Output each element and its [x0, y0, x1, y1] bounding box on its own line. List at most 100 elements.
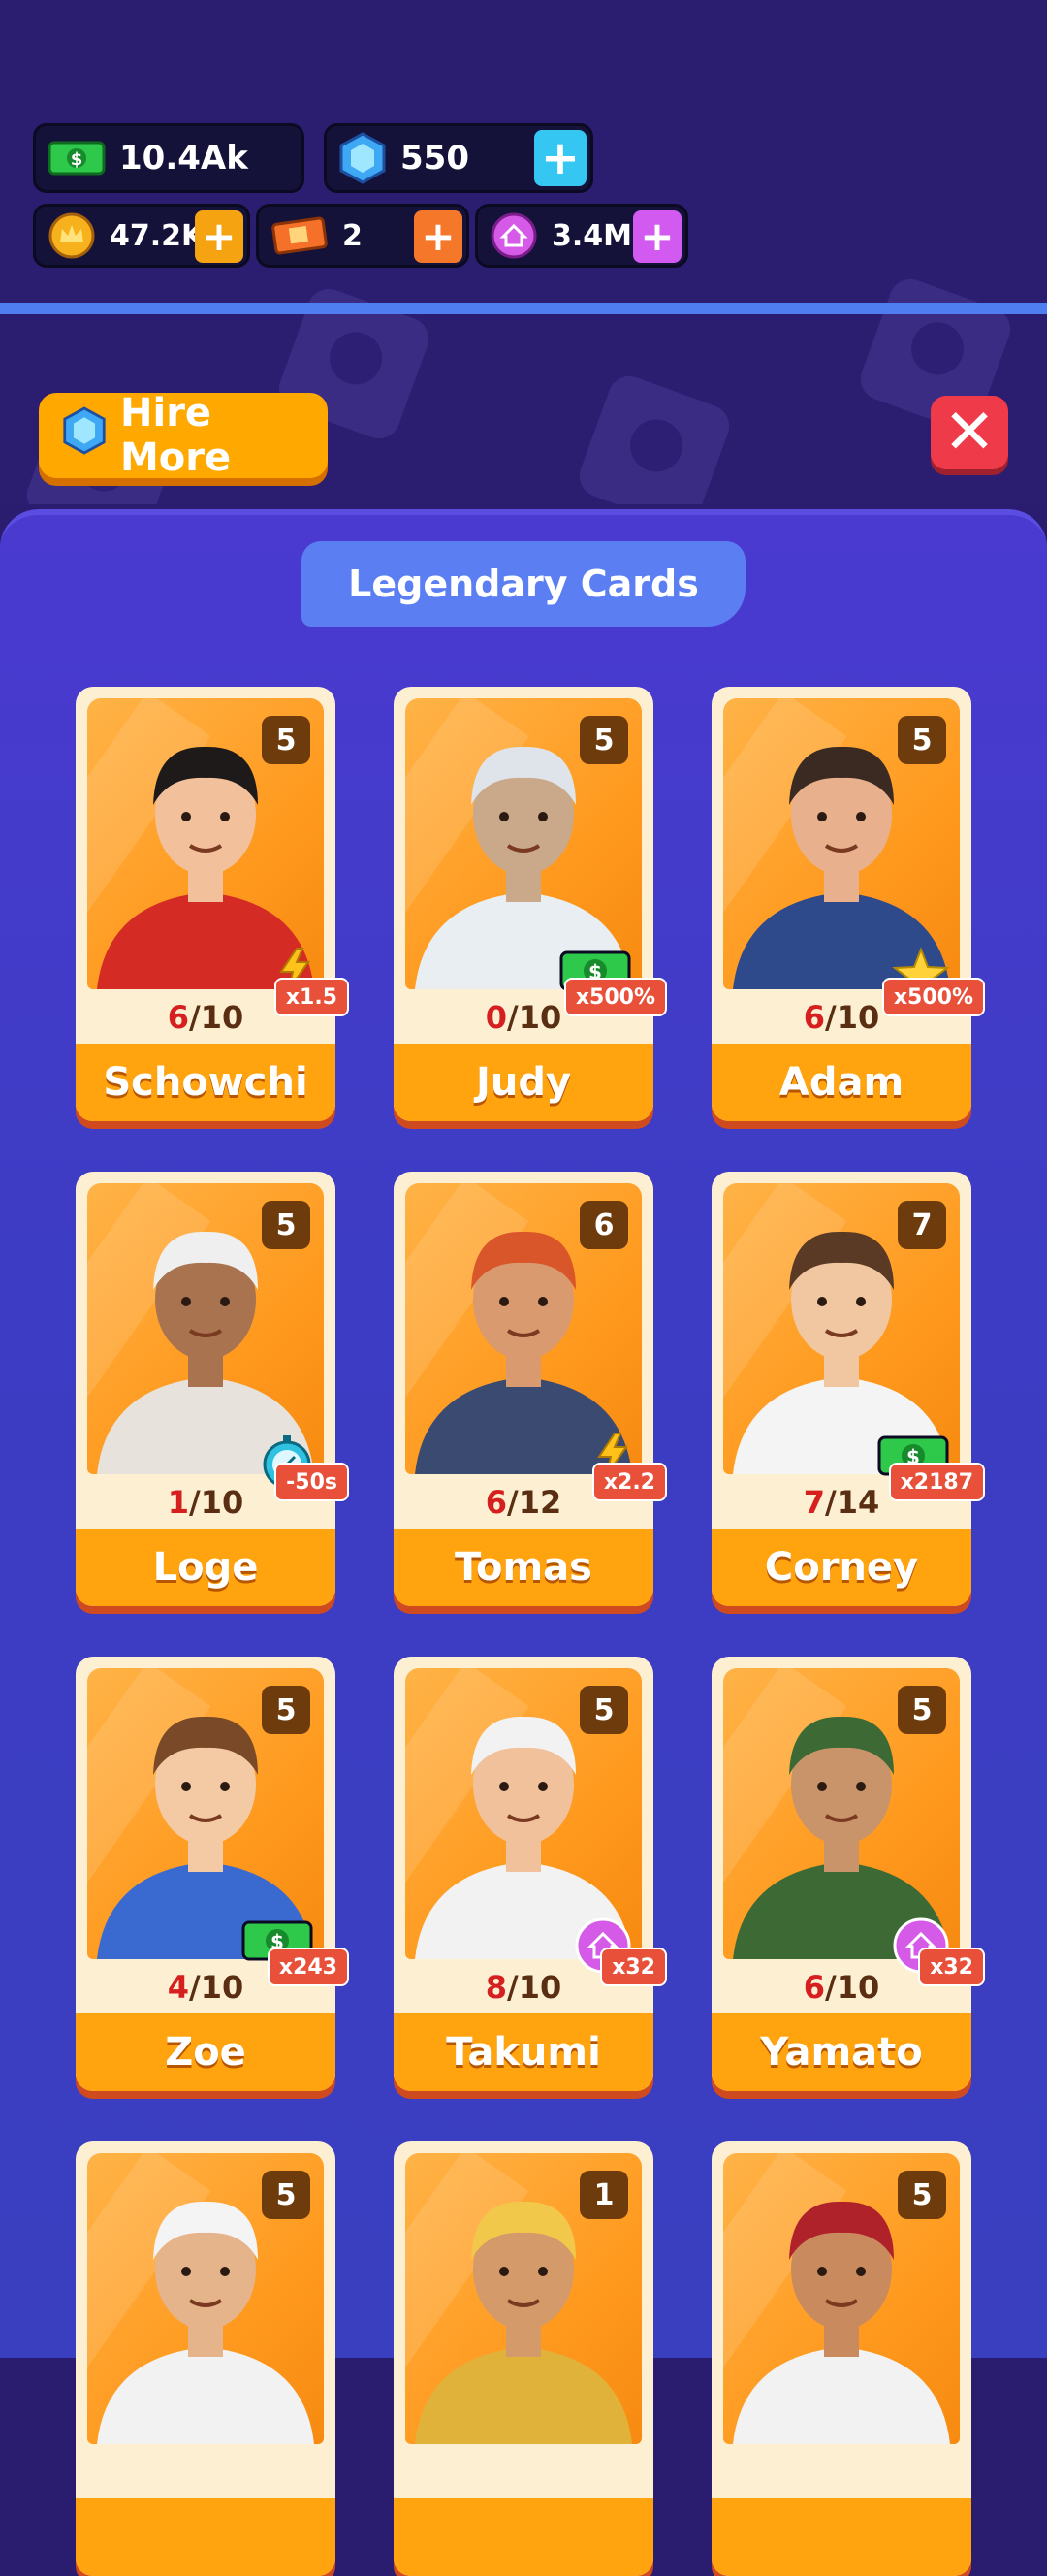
card-progress-total: /10 — [825, 999, 880, 1036]
character-card[interactable]: 5 0/10 Judy $ x500% — [394, 687, 667, 1121]
card-name: Loge — [76, 1529, 335, 1606]
header-divider — [0, 303, 1047, 314]
cash-value: 10.4Ak — [119, 139, 248, 177]
card-name: Tomas — [394, 1529, 653, 1606]
card-portrait: 5 — [87, 1183, 324, 1474]
home-value: 3.4M — [552, 218, 632, 253]
card-portrait: 6 — [405, 1183, 642, 1474]
character-card[interactable]: 5 6/10 Adam x500% — [712, 687, 985, 1121]
card-bonus-badge: x500% — [881, 978, 985, 1016]
card-progress-total: /10 — [189, 1484, 244, 1521]
gems-resource: 550 + — [324, 123, 593, 193]
character-card[interactable]: 5 4/10 Zoe $ x243 — [76, 1657, 349, 2091]
card-portrait: 5 — [723, 1668, 960, 1959]
card-progress-current: 0 — [485, 999, 508, 1036]
add-coins-button[interactable]: + — [195, 210, 243, 263]
home-resource: 3.4M + — [475, 204, 688, 268]
legendary-cards-tab[interactable]: Legendary Cards — [301, 541, 746, 627]
hire-more-label: Hire More — [120, 391, 232, 480]
coins-resource: 47.2K + — [33, 204, 250, 268]
card-level: 7 — [898, 1201, 946, 1249]
card-portrait: 5 — [87, 1668, 324, 1959]
add-home-button[interactable]: + — [633, 210, 682, 263]
card-progress-current: 4 — [167, 1969, 190, 2006]
card-level: 1 — [580, 2171, 628, 2219]
card-level: 5 — [262, 1201, 310, 1249]
ticket-icon — [270, 215, 329, 256]
crown-coin-icon — [48, 211, 96, 260]
card-progress-total: /12 — [507, 1484, 562, 1521]
gems-value: 550 — [400, 139, 469, 177]
card-name: Yamato — [712, 2013, 971, 2091]
home-coin-icon — [490, 211, 538, 260]
card-progress-current: 6 — [803, 999, 826, 1036]
hire-more-button[interactable]: Hire More — [39, 391, 328, 480]
card-name: Judy — [394, 1044, 653, 1121]
card-progress-total: /10 — [189, 999, 244, 1036]
card-name — [394, 2498, 653, 2576]
close-icon: ✕ — [943, 397, 996, 468]
card-name: Schowchi — [76, 1044, 335, 1121]
card-name — [712, 2498, 971, 2576]
card-progress-total: /10 — [825, 1969, 880, 2006]
character-card[interactable]: 5 — [712, 2141, 971, 2576]
card-level: 5 — [580, 716, 628, 764]
card-progress-current: 6 — [485, 1484, 508, 1521]
character-card[interactable]: 7 7/14 Corney $ x2187 — [712, 1172, 985, 1606]
character-card[interactable]: 5 6/10 Schowchi x1.5 — [76, 687, 349, 1121]
card-bonus-badge: x2187 — [888, 1463, 985, 1501]
card-bonus-badge: x32 — [918, 1948, 985, 1986]
card-bonus-badge: x1.5 — [273, 978, 349, 1016]
tickets-value: 2 — [342, 218, 363, 253]
card-progress-current: 1 — [167, 1484, 190, 1521]
svg-text:$: $ — [71, 149, 83, 170]
card-level: 5 — [262, 2171, 310, 2219]
card-progress-total: /10 — [189, 1969, 244, 2006]
coins-value: 47.2K — [110, 218, 205, 253]
card-portrait: 7 — [723, 1183, 960, 1474]
gem-icon — [338, 132, 387, 184]
card-level: 5 — [580, 1686, 628, 1734]
card-progress-current: 6 — [803, 1969, 826, 2006]
cash-icon: $ — [48, 139, 106, 177]
card-progress-total: /10 — [507, 999, 562, 1036]
card-bonus-badge: -50s — [274, 1463, 349, 1501]
card-name: Zoe — [76, 2013, 335, 2091]
card-portrait: 5 — [87, 698, 324, 989]
card-portrait: 5 — [405, 698, 642, 989]
card-bonus-badge: x32 — [600, 1948, 667, 1986]
card-level: 5 — [898, 2171, 946, 2219]
card-name — [76, 2498, 335, 2576]
close-button[interactable]: ✕ — [931, 396, 1008, 469]
card-bonus-badge: x2.2 — [591, 1463, 667, 1501]
tab-label: Legendary Cards — [348, 563, 699, 605]
card-portrait: 5 — [405, 1668, 642, 1959]
add-tickets-button[interactable]: + — [414, 210, 462, 263]
background-pattern — [573, 370, 736, 504]
character-card[interactable]: 5 — [76, 2141, 335, 2576]
character-card[interactable]: 1 — [394, 2141, 653, 2576]
card-name: Takumi — [394, 2013, 653, 2091]
add-gems-button[interactable]: + — [534, 130, 587, 186]
card-level: 5 — [898, 1686, 946, 1734]
card-name: Adam — [712, 1044, 971, 1121]
character-card[interactable]: 5 1/10 Loge -50s — [76, 1172, 349, 1606]
character-card[interactable]: 5 6/10 Yamato x32 — [712, 1657, 985, 2091]
card-portrait: 1 — [405, 2153, 642, 2444]
card-progress-current: 7 — [803, 1484, 826, 1521]
card-portrait: 5 — [723, 698, 960, 989]
card-progress-current: 6 — [167, 999, 190, 1036]
card-portrait: 5 — [723, 2153, 960, 2444]
character-card[interactable]: 6 6/12 Tomas x2.2 — [394, 1172, 667, 1606]
card-progress-total: /14 — [825, 1484, 880, 1521]
card-level: 5 — [898, 716, 946, 764]
card-bonus-badge: x500% — [563, 978, 667, 1016]
card-level: 5 — [262, 716, 310, 764]
card-progress-current: 8 — [485, 1969, 508, 2006]
card-progress-total: /10 — [507, 1969, 562, 2006]
card-level: 5 — [262, 1686, 310, 1734]
cash-resource: $ 10.4Ak — [33, 123, 304, 193]
tickets-resource: 2 + — [256, 204, 469, 268]
gem-icon — [62, 406, 107, 465]
character-card[interactable]: 5 8/10 Takumi x32 — [394, 1657, 667, 2091]
